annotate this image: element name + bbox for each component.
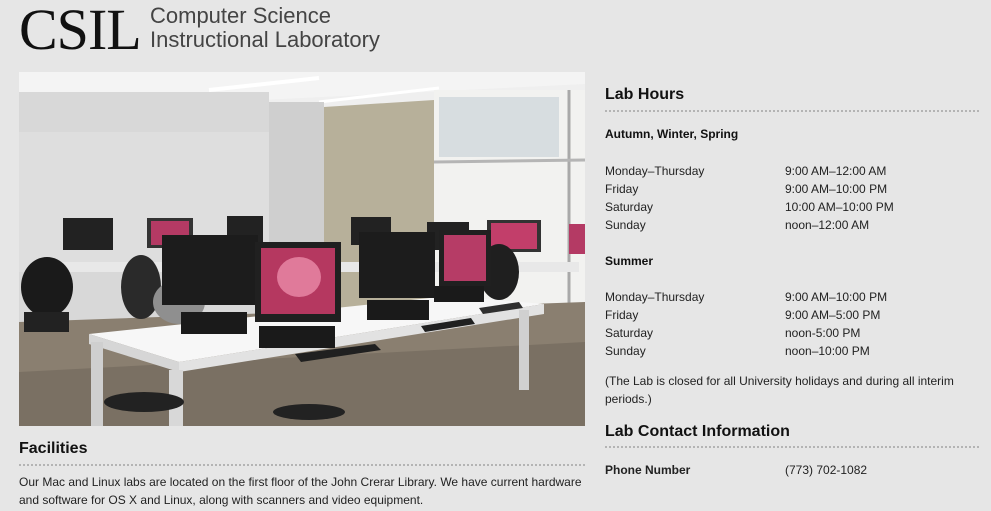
phone-row: Phone Number (773) 702-1082 xyxy=(605,461,985,479)
phone-label: Phone Number xyxy=(605,463,691,477)
hours-day: Sunday xyxy=(605,218,646,232)
regular-hours-heading: Autumn, Winter, Spring xyxy=(605,127,739,141)
facilities-divider xyxy=(19,464,585,466)
lab-hours-divider xyxy=(605,110,979,112)
hours-time: 9:00 AM–5:00 PM xyxy=(785,308,881,322)
hours-day: Saturday xyxy=(605,326,654,340)
facilities-text-line2: and software for OS X and Linux, along w… xyxy=(19,493,424,507)
hours-day: Friday xyxy=(605,182,639,196)
hours-time: noon–10:00 PM xyxy=(785,344,870,358)
hours-time: 9:00 AM–10:00 PM xyxy=(785,290,888,304)
hours-day: Saturday xyxy=(605,200,654,214)
facilities-description: Our Mac and Linux labs are located on th… xyxy=(19,473,589,509)
hours-time: noon-5:00 PM xyxy=(785,326,861,340)
hours-row: Friday 9:00 AM–5:00 PM xyxy=(605,306,985,324)
hours-day: Monday–Thursday xyxy=(605,164,705,178)
hours-time: 10:00 AM–10:00 PM xyxy=(785,200,894,214)
contact-title: Lab Contact Information xyxy=(605,423,790,440)
closure-note-line2: periods.) xyxy=(605,392,652,406)
hours-time: noon–12:00 AM xyxy=(785,218,870,232)
contact-divider xyxy=(605,446,979,448)
lab-photo xyxy=(19,72,585,426)
logo-subtitle: Computer Science Instructional Laborator… xyxy=(150,4,380,52)
closure-note: (The Lab is closed for all University ho… xyxy=(605,372,985,408)
facilities-title: Facilities xyxy=(19,440,88,457)
hours-row: Monday–Thursday 9:00 AM–10:00 PM xyxy=(605,288,985,306)
closure-note-line1: (The Lab is closed for all University ho… xyxy=(605,374,954,388)
hours-day: Sunday xyxy=(605,344,646,358)
summer-hours-heading: Summer xyxy=(605,254,654,268)
hours-day: Friday xyxy=(605,308,639,322)
hours-row: Saturday 10:00 AM–10:00 PM xyxy=(605,198,985,216)
hours-time: 9:00 AM–12:00 AM xyxy=(785,164,887,178)
hours-row: Saturday noon-5:00 PM xyxy=(605,324,985,342)
phone-value[interactable]: (773) 702-1082 xyxy=(785,461,867,479)
facilities-text-line1: Our Mac and Linux labs are located on th… xyxy=(19,475,582,489)
hours-row: Friday 9:00 AM–10:00 PM xyxy=(605,180,985,198)
hours-day: Monday–Thursday xyxy=(605,290,705,304)
logo-wordmark: CSIL xyxy=(19,0,142,62)
hours-row: Monday–Thursday 9:00 AM–12:00 AM xyxy=(605,162,985,180)
logo-subtitle-line1: Computer Science xyxy=(150,3,331,28)
hours-row: Sunday noon–10:00 PM xyxy=(605,342,985,360)
hours-row: Sunday noon–12:00 AM xyxy=(605,216,985,234)
hours-time: 9:00 AM–10:00 PM xyxy=(785,182,888,196)
lab-hours-title: Lab Hours xyxy=(605,86,685,103)
logo-subtitle-line2: Instructional Laboratory xyxy=(150,27,380,52)
